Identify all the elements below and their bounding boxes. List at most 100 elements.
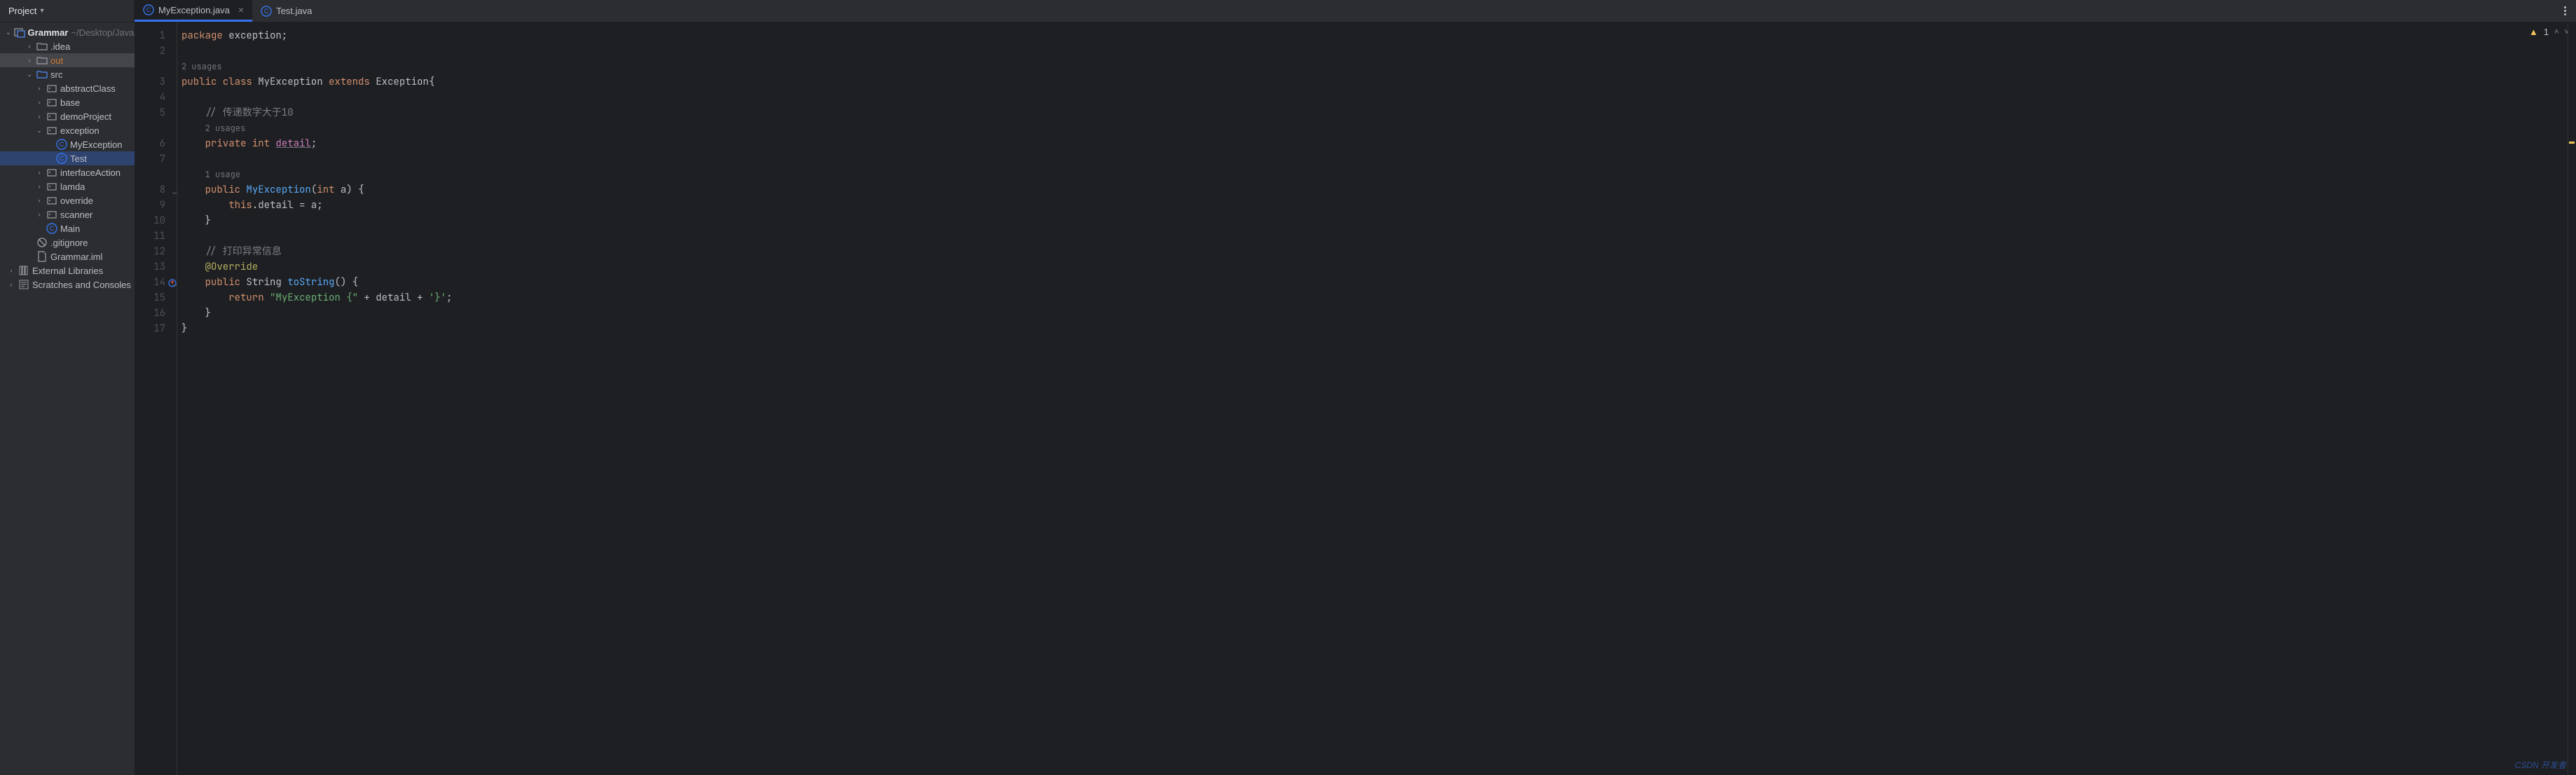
gutter-line[interactable]: 3	[135, 74, 177, 90]
line-number: 2	[160, 45, 165, 57]
usage-hint[interactable]: 2 usages	[205, 123, 246, 134]
tree-item-grammar[interactable]: ⌄Grammar ~/Desktop/JavaC	[0, 25, 135, 39]
tree-label: Grammar	[28, 27, 69, 38]
usage-hint[interactable]: 2 usages	[181, 61, 222, 72]
line-number: 14	[153, 276, 165, 289]
comment: // 打印异常信息	[205, 245, 282, 258]
chevron-right-icon[interactable]: ›	[35, 211, 43, 218]
lib-icon	[18, 265, 29, 276]
tree-item-out[interactable]: › out	[0, 53, 135, 67]
package-icon	[46, 97, 57, 108]
chevron-right-icon[interactable]: ›	[35, 99, 43, 106]
tab-test-java[interactable]: C Test.java	[252, 0, 320, 22]
class-icon: C	[143, 4, 154, 15]
tree-item-abstractclass[interactable]: ›abstractClass	[0, 81, 135, 95]
gitignore-icon	[36, 237, 48, 248]
warning-marker[interactable]	[2569, 142, 2575, 144]
gutter-line[interactable]: 4	[135, 90, 177, 105]
gutter-line[interactable]: 13	[135, 259, 177, 275]
project-icon	[14, 27, 25, 38]
line-number: 3	[160, 76, 165, 88]
chevron-right-icon[interactable]: ›	[25, 57, 34, 64]
tree-label: MyException	[70, 139, 122, 150]
tree-item-external-libraries[interactable]: › External Libraries	[0, 263, 135, 277]
line-number: 4	[160, 91, 165, 104]
gutter-line[interactable]: 17	[135, 321, 177, 336]
line-number: 12	[153, 245, 165, 258]
package-icon	[46, 111, 57, 122]
package-icon	[46, 195, 57, 206]
chevron-down-icon[interactable]: ⌄	[6, 29, 11, 36]
tree-item-myexception[interactable]: CMyException	[0, 137, 135, 151]
tree-label: scanner	[60, 210, 93, 220]
tree-item-interfaceaction[interactable]: › interfaceAction	[0, 165, 135, 179]
tree-item-grammar-iml[interactable]: Grammar.iml	[0, 249, 135, 263]
code-content[interactable]: package exception; 2 usages public class…	[177, 22, 2568, 775]
project-tree: ⌄Grammar ~/Desktop/JavaC›.idea›out⌄src›a…	[0, 22, 135, 775]
gutter-line[interactable]	[135, 121, 177, 136]
code-editor[interactable]: 12345678⌄91011121314⌄151617 package exce…	[135, 22, 2576, 775]
gutter-line[interactable]: 14⌄	[135, 275, 177, 290]
svg-text:C: C	[264, 8, 269, 15]
tree-label: src	[50, 69, 62, 80]
inspection-summary[interactable]: ▲ 1 ˄ ˅	[2529, 27, 2569, 37]
chevron-right-icon[interactable]: ›	[35, 113, 43, 120]
line-number: 6	[160, 137, 165, 150]
tree-label: out	[50, 55, 63, 66]
chevron-right-icon[interactable]: ›	[35, 85, 43, 92]
gutter-line[interactable]: 5	[135, 105, 177, 121]
tree-item-base[interactable]: ›base	[0, 95, 135, 109]
chevron-right-icon[interactable]: ›	[35, 183, 43, 190]
chevron-right-icon[interactable]: ›	[25, 43, 34, 50]
chevron-down-icon[interactable]: ⌄	[25, 71, 34, 78]
gutter-line[interactable]: 10	[135, 213, 177, 228]
line-gutter: 12345678⌄91011121314⌄151617	[135, 22, 177, 775]
tab-myexception-java[interactable]: CMyException.java×	[135, 0, 252, 22]
chevron-right-icon[interactable]: ›	[35, 169, 43, 176]
tree-item--idea[interactable]: ›.idea	[0, 39, 135, 53]
warning-icon: ▲	[2529, 27, 2538, 37]
tree-item-main[interactable]: CMain	[0, 221, 135, 235]
tree-item-demoproject[interactable]: ›demoProject	[0, 109, 135, 123]
tree-item-scanner[interactable]: › scanner	[0, 207, 135, 221]
tree-item-src[interactable]: ⌄ src	[0, 67, 135, 81]
gutter-line[interactable]: 8⌄	[135, 182, 177, 198]
gutter-line[interactable]: 15	[135, 290, 177, 306]
tree-label: override	[60, 196, 93, 206]
tree-item-test[interactable]: CTest	[0, 151, 135, 165]
project-dropdown[interactable]: Project ▾	[0, 0, 135, 22]
tab-label: Test.java	[276, 6, 312, 16]
gutter-line[interactable]: 2	[135, 43, 177, 59]
usage-hint[interactable]: 1 usage	[205, 169, 240, 180]
tree-item-scratches-and-consoles[interactable]: ›Scratches and Consoles	[0, 277, 135, 292]
gutter-line[interactable]: 16	[135, 306, 177, 321]
chevron-right-icon[interactable]: ›	[7, 267, 15, 274]
gutter-line[interactable]: 6	[135, 136, 177, 151]
tree-label: interfaceAction	[60, 167, 121, 178]
chevron-down-icon[interactable]: ⌄	[35, 127, 43, 135]
line-number: 15	[153, 292, 165, 304]
gutter-line[interactable]	[135, 167, 177, 182]
tree-item-lamda[interactable]: ›lamda	[0, 179, 135, 193]
nav-up-icon[interactable]: ˄	[2554, 28, 2558, 36]
gutter-line[interactable]: 11	[135, 228, 177, 244]
tree-label: exception	[60, 125, 100, 136]
more-options-icon[interactable]	[2564, 6, 2566, 15]
tree-item-override[interactable]: › override	[0, 193, 135, 207]
gutter-line[interactable]	[135, 59, 177, 74]
chevron-right-icon[interactable]: ›	[7, 281, 15, 288]
gutter-line[interactable]: 7	[135, 151, 177, 167]
close-icon[interactable]: ×	[238, 4, 244, 15]
tree-label: External Libraries	[32, 266, 103, 276]
src-folder-icon	[36, 69, 48, 80]
gutter-line[interactable]: 1	[135, 28, 177, 43]
line-number: 11	[153, 230, 165, 242]
tree-item-exception[interactable]: ⌄ exception	[0, 123, 135, 137]
gutter-line[interactable]: 9	[135, 198, 177, 213]
line-number: 7	[160, 153, 165, 165]
chevron-right-icon[interactable]: ›	[35, 197, 43, 204]
gutter-line[interactable]: 12	[135, 244, 177, 259]
tree-item--gitignore[interactable]: .gitignore	[0, 235, 135, 249]
marker-strip[interactable]	[2568, 22, 2576, 775]
tree-label: Test	[70, 153, 87, 164]
